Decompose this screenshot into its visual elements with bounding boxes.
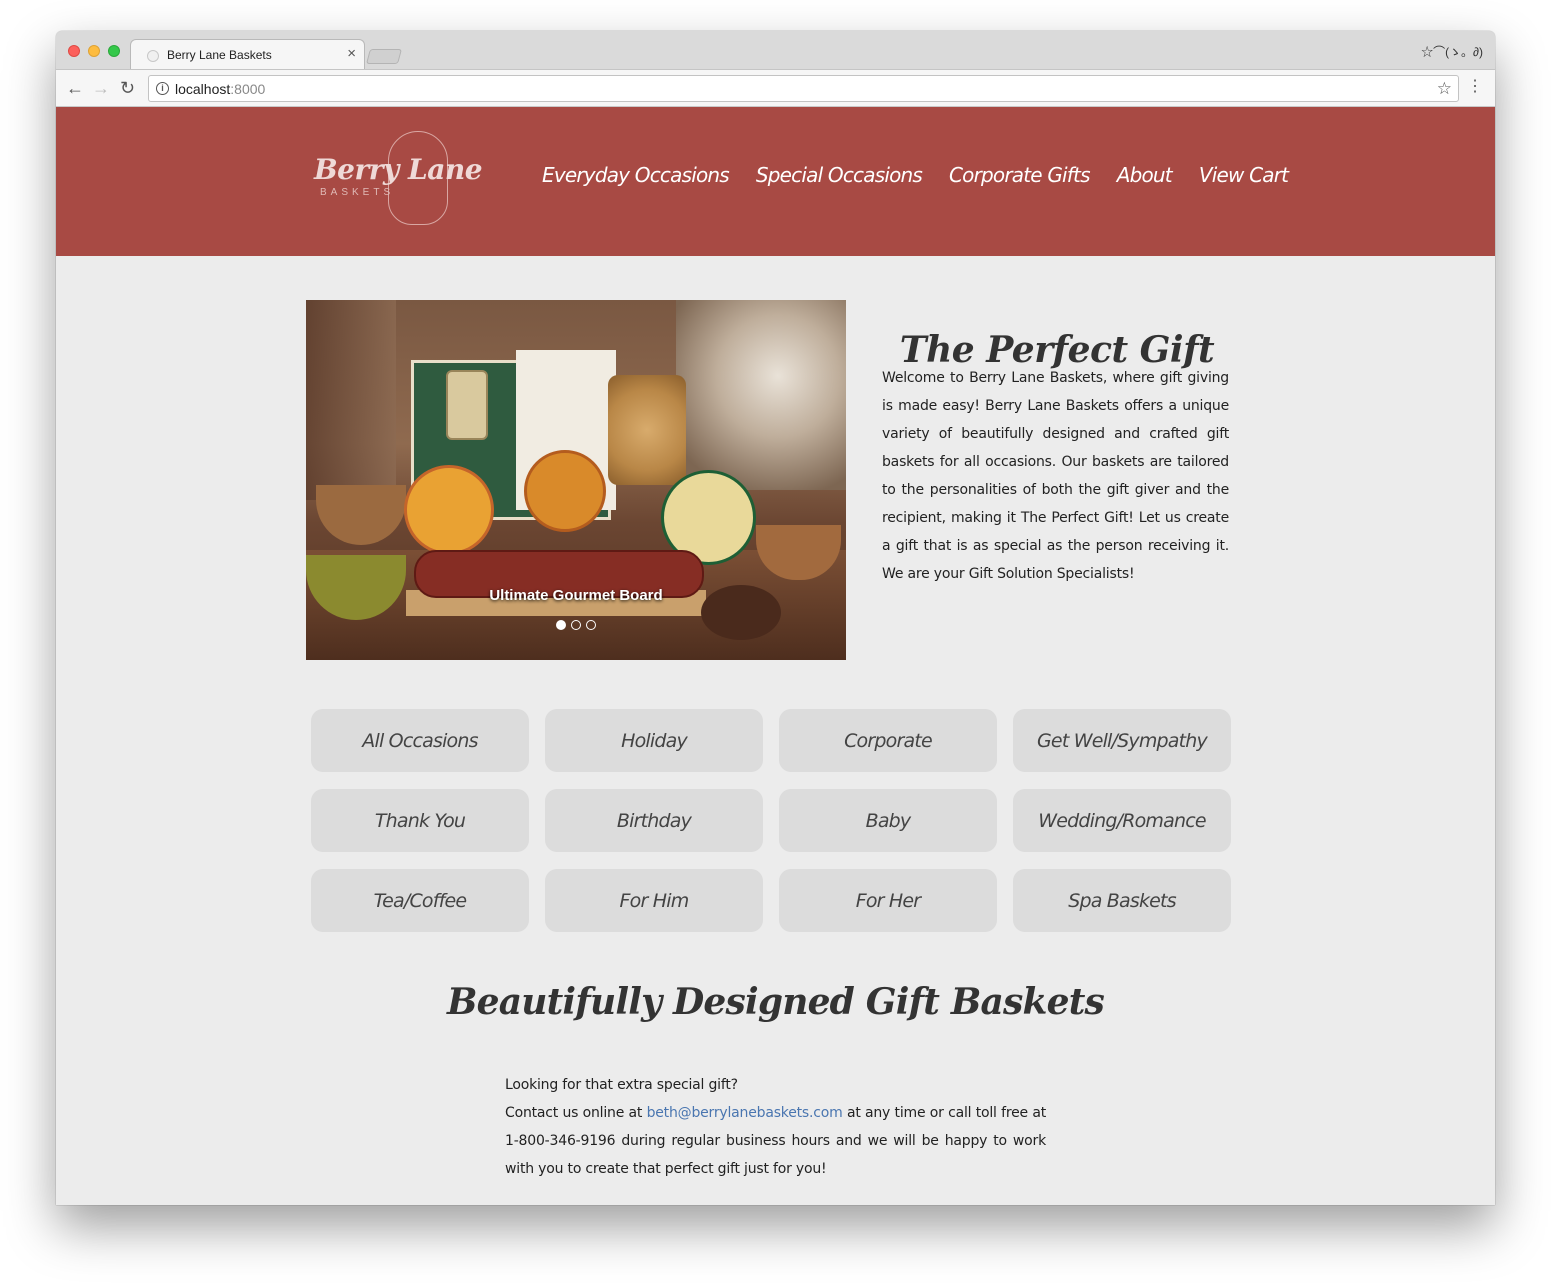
carousel-dot-2[interactable] <box>571 620 581 630</box>
hero-carousel[interactable]: Ultimate Gourmet Board <box>306 300 846 660</box>
contact-intro: Looking for that extra special gift? <box>505 1077 738 1093</box>
designed-heading: Beautifully Designed Gift Baskets <box>446 981 1105 1023</box>
perfect-gift-text: Welcome to Berry Lane Baskets, where gif… <box>882 370 1229 582</box>
profile-text: ☆⌒(ゝ。∂) <box>1421 45 1483 59</box>
bookmark-star-icon[interactable]: ☆ <box>1437 79 1452 99</box>
info-icon[interactable]: i <box>156 82 169 95</box>
window-minimize-button[interactable] <box>88 45 100 57</box>
category-tea-coffee[interactable]: Tea/Coffee <box>311 869 529 932</box>
page-content: Berry Lane BASKETS Everyday Occasions Sp… <box>56 107 1495 1205</box>
category-baby[interactable]: Baby <box>779 789 997 852</box>
category-thank-you[interactable]: Thank You <box>311 789 529 852</box>
site-header: Berry Lane BASKETS Everyday Occasions Sp… <box>56 107 1495 256</box>
forward-arrow-icon[interactable]: → <box>92 78 110 98</box>
carousel-indicators <box>306 620 846 630</box>
url-text[interactable]: localhost:8000 <box>175 81 265 97</box>
browser-window: Berry Lane Baskets × ☆⌒(ゝ。∂) ← → ↻ i loc… <box>56 31 1495 1205</box>
window-close-button[interactable] <box>68 45 80 57</box>
category-grid: All Occasions Holiday Corporate Get Well… <box>311 709 1231 932</box>
address-bar[interactable]: i localhost:8000 ☆ <box>148 75 1459 102</box>
nav-everyday-occasions[interactable]: Everyday Occasions <box>542 163 730 187</box>
contact-paragraph: Contact us online at beth@berrylanebaske… <box>505 1105 1046 1177</box>
email-link[interactable]: beth@berrylanebaskets.com <box>647 1105 843 1121</box>
contact-text: Looking for that extra special gift? Con… <box>505 1071 1046 1183</box>
category-all-occasions[interactable]: All Occasions <box>311 709 529 772</box>
category-holiday[interactable]: Holiday <box>545 709 763 772</box>
new-tab-button[interactable] <box>365 49 403 64</box>
carousel-dot-3[interactable] <box>586 620 596 630</box>
tab-close-icon[interactable]: × <box>347 45 356 62</box>
favicon-icon <box>147 50 159 62</box>
category-for-him[interactable]: For Him <box>545 869 763 932</box>
browser-tab[interactable]: Berry Lane Baskets × <box>130 39 365 70</box>
nav-special-occasions[interactable]: Special Occasions <box>756 163 923 187</box>
carousel-dot-1[interactable] <box>556 620 566 630</box>
main-nav: Everyday Occasions Special Occasions Cor… <box>542 163 1289 187</box>
back-arrow-icon[interactable]: ← <box>66 78 84 98</box>
nav-view-cart[interactable]: View Cart <box>1199 163 1289 187</box>
nav-about[interactable]: About <box>1117 163 1173 187</box>
logo-text: Berry Lane <box>314 153 483 186</box>
category-corporate[interactable]: Corporate <box>779 709 997 772</box>
category-wedding-romance[interactable]: Wedding/Romance <box>1013 789 1231 852</box>
window-maximize-button[interactable] <box>108 45 120 57</box>
reload-icon[interactable]: ↻ <box>120 78 135 98</box>
category-get-well-sympathy[interactable]: Get Well/Sympathy <box>1013 709 1231 772</box>
tab-bar: Berry Lane Baskets × ☆⌒(ゝ。∂) <box>56 31 1495 70</box>
category-spa-baskets[interactable]: Spa Baskets <box>1013 869 1231 932</box>
category-birthday[interactable]: Birthday <box>545 789 763 852</box>
carousel-caption: Ultimate Gourmet Board <box>489 587 663 604</box>
category-for-her[interactable]: For Her <box>779 869 997 932</box>
browser-menu-icon[interactable]: ⋮ <box>1467 79 1483 95</box>
browser-toolbar: ← → ↻ i localhost:8000 ☆ ⋮ <box>56 69 1495 107</box>
logo-subtext: BASKETS <box>320 187 395 198</box>
nav-corporate-gifts[interactable]: Corporate Gifts <box>949 163 1091 187</box>
site-logo[interactable]: Berry Lane BASKETS <box>312 127 483 227</box>
tab-title: Berry Lane Baskets <box>167 48 272 62</box>
